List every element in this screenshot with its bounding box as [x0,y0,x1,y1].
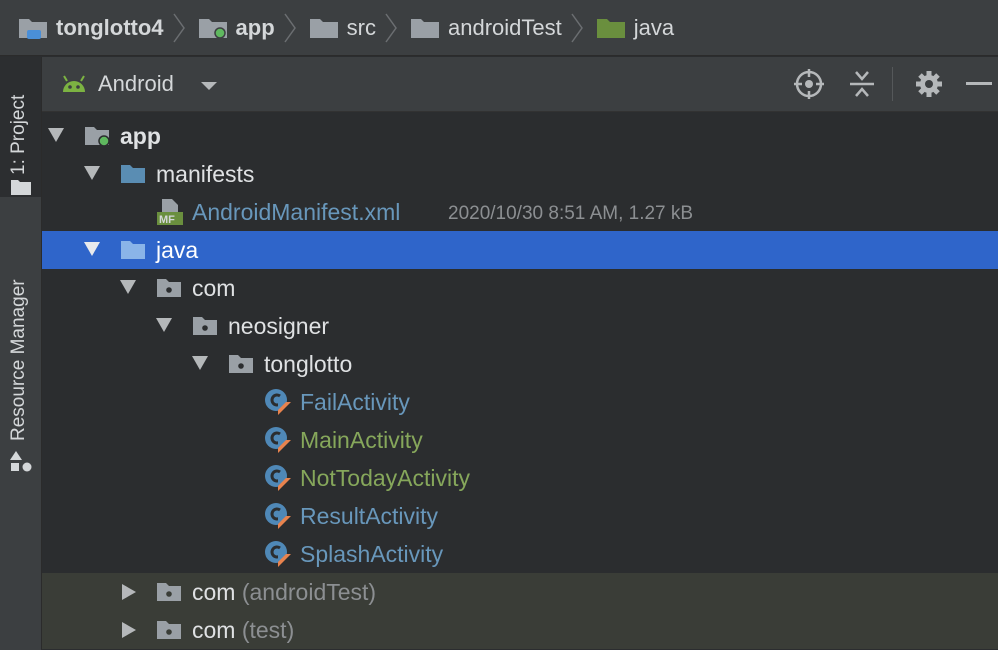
tree-row-androidmanifest[interactable]: MF AndroidManifest.xml 2020/10/30 8:51 A… [42,193,998,231]
breadcrumb-item-app[interactable]: app [198,0,309,56]
collapse-arrow-icon[interactable] [122,584,136,600]
collapse-all-icon[interactable] [848,69,876,99]
tree-label-class: MainActivity [300,427,423,453]
tree-label-class: NotTodayActivity [300,465,471,491]
kotlin-class-icon [265,427,291,453]
breadcrumb-item-tonglotto4[interactable]: tonglotto4 [18,0,198,56]
manifest-file-icon: MF [157,199,183,226]
expand-arrow-icon[interactable] [120,280,136,294]
kotlin-class-icon [265,541,291,567]
tree-row-com[interactable]: com [42,269,998,307]
tab-project[interactable]: 1: Project [0,57,41,197]
chevron-right-icon [385,13,397,42]
module-folder-icon [85,127,110,147]
tree-label-com-test: com (test) [192,617,295,643]
breadcrumb: tonglotto4 app src androidTest java [0,0,998,56]
expand-arrow-icon[interactable] [192,356,208,370]
breadcrumb-item-java[interactable]: java [596,0,674,56]
project-tree: app manifests MF AndroidManifest.xml 202… [42,117,998,650]
tree-label-neosigner: neosigner [228,313,330,339]
tree-row-manifests[interactable]: manifests [42,155,998,193]
kotlin-class-icon [265,389,291,415]
tree-row-app[interactable]: app [42,117,998,155]
folder-icon [11,180,31,195]
expand-arrow-icon[interactable] [156,318,172,332]
settings-gear-icon[interactable] [914,69,944,99]
tree-label-com: com [192,275,236,301]
expand-arrow-icon[interactable] [84,242,100,256]
tree-row-class[interactable]: MainActivity [42,421,998,459]
project-toolbar: Android [42,57,998,112]
package-icon [229,355,253,373]
folder-icon [121,165,145,183]
tree-row-com-androidtest[interactable]: com (androidTest) [42,573,998,611]
view-selector[interactable]: Android [98,71,174,97]
package-icon [193,317,217,335]
dropdown-arrow-icon[interactable] [200,81,218,91]
kotlin-class-icon [265,465,291,491]
tab-resource-manager-label: Resource Manager [8,279,29,441]
locate-icon[interactable] [794,69,824,99]
tree-label-androidmanifest: AndroidManifest.xml [192,199,401,225]
tree-label-app: app [120,123,161,149]
expand-arrow-icon[interactable] [48,128,64,142]
shapes-icon [10,451,32,472]
source-folder-icon [121,241,145,259]
breadcrumb-label: java [633,14,675,40]
breadcrumb-label: tonglotto4 [56,14,164,40]
breadcrumb-item-androidtest[interactable]: androidTest [410,0,596,56]
tree-label-class: ResultActivity [300,503,439,529]
tree-row-class[interactable]: SplashActivity [42,535,998,573]
breadcrumb-label: src [346,14,376,40]
breadcrumb-label: androidTest [447,14,562,40]
tree-row-class[interactable]: ResultActivity [42,497,998,535]
tree-row-class[interactable]: NotTodayActivity [42,459,998,497]
svg-text:MF: MF [159,214,175,226]
package-icon [157,621,181,639]
tree-label-java: java [156,237,199,263]
tree-label-tonglotto: tonglotto [264,351,353,377]
chevron-right-icon [284,13,296,42]
tree-label-manifests: manifests [156,161,255,187]
package-icon [157,279,181,297]
tree-label-class: SplashActivity [300,541,444,567]
android-icon [63,75,85,92]
file-meta: 2020/10/30 8:51 AM, 1.27 kB [448,203,694,224]
project-folder-icon [19,18,47,39]
tree-row-tonglotto[interactable]: tonglotto [42,345,998,383]
folder-icon [309,18,338,38]
source-folder-icon [596,18,625,38]
folder-icon [410,18,439,38]
tree-label-com-androidtest: com (androidTest) [192,579,377,605]
chevron-right-icon [571,13,583,42]
expand-arrow-icon[interactable] [84,166,100,180]
hide-minus-icon[interactable] [966,81,992,87]
tree-row-java[interactable]: java [42,231,998,269]
chevron-right-icon [172,13,185,42]
collapse-arrow-icon[interactable] [122,622,136,638]
left-tool-stripe: 1: Project Resource Manager [0,57,42,650]
tree-row-com-test[interactable]: com (test) [42,611,998,649]
package-icon [157,583,181,601]
breadcrumb-label: app [235,14,275,40]
module-folder-icon [198,18,227,39]
tab-resource-manager[interactable]: Resource Manager [0,237,41,477]
tab-project-label: 1: Project [8,94,29,175]
breadcrumb-item-src[interactable]: src [309,0,410,56]
tree-label-class: FailActivity [300,389,410,415]
tree-row-neosigner[interactable]: neosigner [42,307,998,345]
tree-row-class[interactable]: FailActivity [42,383,998,421]
kotlin-class-icon [265,503,291,529]
toolbar-divider [892,67,893,101]
